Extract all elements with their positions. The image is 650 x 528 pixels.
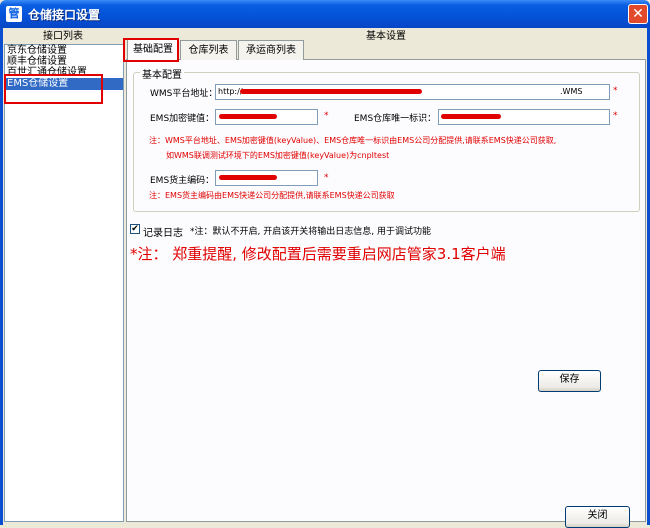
required-mark: * (324, 173, 329, 183)
log-hint: *注：默认不开启, 开启该开关将输出日志信息, 用于调试功能 (190, 227, 431, 237)
required-mark: * (613, 111, 618, 121)
ems-warehouse-id-label: EMS仓库唯一标识： (354, 114, 437, 124)
wms-address-value-tail: .WMS (560, 87, 583, 96)
tab-carrier-list[interactable]: 承运商列表 (238, 40, 304, 60)
window-close-button[interactable]: ✕ (628, 4, 648, 24)
save-button[interactable]: 保存 (538, 370, 601, 392)
wms-address-label: WMS平台地址： (150, 89, 218, 99)
redaction-mark (441, 114, 501, 119)
redaction-mark (240, 89, 422, 94)
ems-owner-code-label: EMS货主编码： (150, 176, 215, 186)
interface-list-header: 接口列表 (43, 31, 83, 42)
window-frame-left (0, 28, 3, 525)
group-title: 基本配置 (140, 66, 184, 81)
required-mark: * (324, 111, 329, 121)
ems-key-label: EMS加密键值： (150, 114, 215, 124)
owner-code-note: 注：EMS货主编码由EMS快递公司分配提供,请联系EMS快递公司获取 (149, 191, 395, 200)
required-mark: * (613, 86, 618, 96)
redaction-mark (219, 175, 277, 180)
log-checkbox[interactable]: ✔ (130, 224, 140, 234)
tab-warehouse-list[interactable]: 仓库列表 (180, 40, 237, 60)
config-note-line1: 注：WMS平台地址、EMS加密键值(keyValue)、EMS仓库唯一标识由EM… (149, 136, 557, 145)
interface-list[interactable]: 京东仓储设置 顺丰仓储设置 百世汇通仓储设置 EMS仓储设置 (4, 44, 124, 522)
restart-warning: *注： 郑重提醒, 修改配置后需要重启网店管家3.1客户端 (130, 245, 506, 263)
config-note-line2: 如WMS联调测试环境下的EMS加密键值(keyValue)为cnpltest (166, 151, 390, 160)
wms-address-value: http:// (218, 87, 243, 96)
highlight-box-ems (4, 74, 103, 104)
log-checkbox-label[interactable]: 记录日志 (143, 224, 183, 239)
app-icon: 管 (6, 6, 22, 22)
redaction-mark (219, 114, 277, 119)
highlight-box-tab (123, 38, 179, 62)
window-title: 仓储接口设置 (28, 8, 101, 22)
